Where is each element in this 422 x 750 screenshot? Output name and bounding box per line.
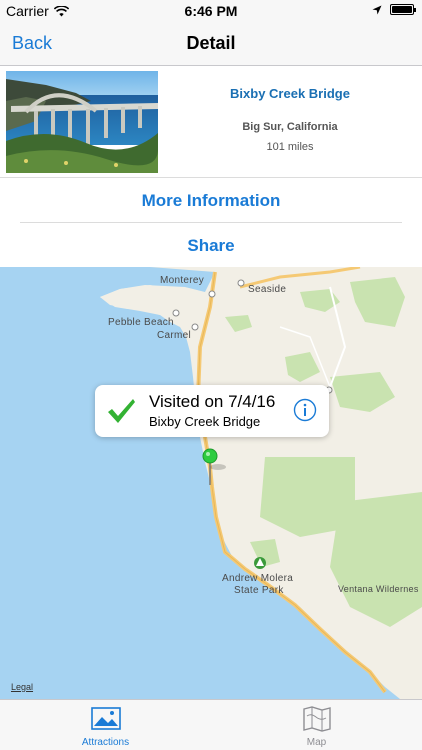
- navigation-bar: Back Detail: [0, 22, 422, 66]
- photo-icon: [90, 707, 121, 730]
- map-label-state-park: State Park: [234, 585, 284, 596]
- status-right: [372, 4, 416, 15]
- map-label-monterey: Monterey: [160, 275, 205, 286]
- attraction-distance: 101 miles: [266, 141, 314, 153]
- more-information-button[interactable]: More Information: [0, 179, 422, 223]
- tab-attractions-label: Attractions: [81, 737, 130, 748]
- divider: [20, 222, 402, 223]
- map-label-seaside: Seaside: [248, 284, 287, 295]
- tab-attractions[interactable]: Attractions: [0, 700, 211, 750]
- status-time: 6:46 PM: [184, 3, 238, 19]
- share-button[interactable]: Share: [0, 224, 422, 268]
- attraction-name[interactable]: Bixby Creek Bridge: [158, 86, 422, 101]
- checkmark-icon: [108, 399, 135, 423]
- map-label-pebble-beach: Pebble Beach: [108, 317, 174, 328]
- map-view[interactable]: Monterey Seaside Pebble Beach Carmel And…: [0, 267, 422, 699]
- bridge-photo-image: [6, 71, 158, 173]
- tab-map-label: Map: [306, 737, 327, 748]
- status-bar: Carrier 6:46 PM: [0, 0, 422, 22]
- map-label-andrew-molera: Andrew Molera: [222, 573, 294, 584]
- tab-map[interactable]: Map: [211, 700, 422, 750]
- info-icon[interactable]: [293, 398, 317, 422]
- location-arrow-icon: [372, 5, 382, 14]
- map-label-carmel: Carmel: [157, 330, 192, 341]
- map-label-ventana: Ventana Wildernes: [338, 584, 419, 594]
- attraction-location: Big Sur, California: [242, 121, 338, 133]
- attraction-info: Bixby Creek Bridge Big Sur, California 1…: [158, 66, 422, 178]
- page-title: Detail: [186, 33, 236, 53]
- legal-link[interactable]: Legal: [11, 682, 33, 692]
- attraction-detail-card: Bixby Creek Bridge Big Sur, California 1…: [0, 66, 422, 178]
- tab-bar: Attractions Map: [0, 699, 422, 750]
- battery-icon: [390, 4, 416, 15]
- attraction-photo: [6, 71, 158, 173]
- map-graphic: [0, 267, 422, 699]
- callout-title: Visited on 7/4/16: [149, 392, 276, 411]
- map-icon: [302, 706, 331, 732]
- map-callout[interactable]: Visited on 7/4/16 Bixby Creek Bridge: [95, 385, 329, 437]
- callout-subtitle: Bixby Creek Bridge: [149, 414, 261, 429]
